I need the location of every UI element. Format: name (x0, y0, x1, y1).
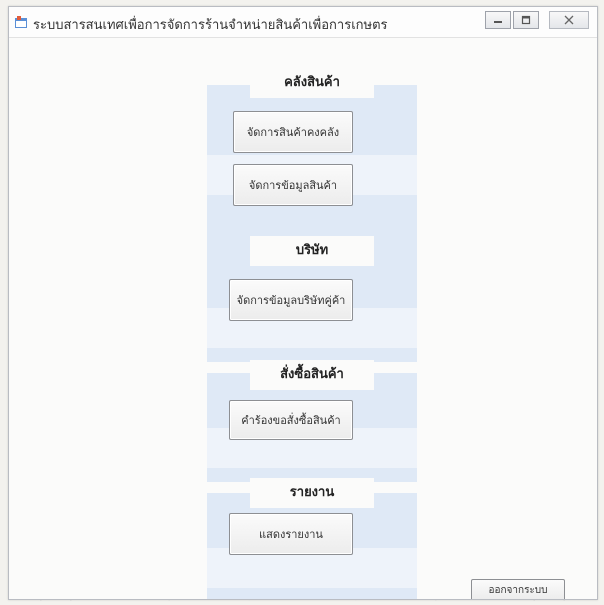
title-bar: ระบบสารสนเทศเพื่อการจัดการร้านจำหน่ายสิน… (9, 7, 597, 38)
manage-inventory-button[interactable]: จัดการสินค้าคงคลัง (233, 111, 353, 153)
minimize-button[interactable] (485, 11, 511, 29)
manage-partner-company-button[interactable]: จัดการข้อมูลบริษัทคู่ค้า (229, 279, 353, 321)
report-heading: รายงาน (250, 478, 374, 508)
company-heading: บริษัท (250, 236, 374, 266)
close-icon (564, 15, 574, 25)
stock-heading: คลังสินค้า (250, 68, 374, 98)
close-button[interactable] (549, 11, 589, 29)
window-title: ระบบสารสนเทศเพื่อการจัดการร้านจำหน่ายสิน… (33, 18, 388, 33)
app-icon (15, 16, 27, 28)
manage-product-data-button[interactable]: จัดการข้อมูลสินค้า (233, 164, 353, 206)
minimize-icon (494, 21, 502, 23)
maximize-icon (521, 15, 531, 25)
window-controls (485, 11, 589, 29)
show-report-button[interactable]: แสดงรายงาน (229, 513, 353, 555)
client-area: คลังสินค้า จัดการสินค้าคงคลัง จัดการข้อม… (9, 38, 597, 599)
logout-button[interactable]: ออกจากระบบ (471, 579, 565, 599)
order-heading: สั่งซื้อสินค้า (250, 360, 374, 390)
main-window: ระบบสารสนเทศเพื่อการจัดการร้านจำหน่ายสิน… (8, 6, 598, 600)
maximize-button[interactable] (513, 11, 539, 29)
purchase-request-button[interactable]: คำร้องขอสั่งซื้อสินค้า (229, 400, 353, 440)
